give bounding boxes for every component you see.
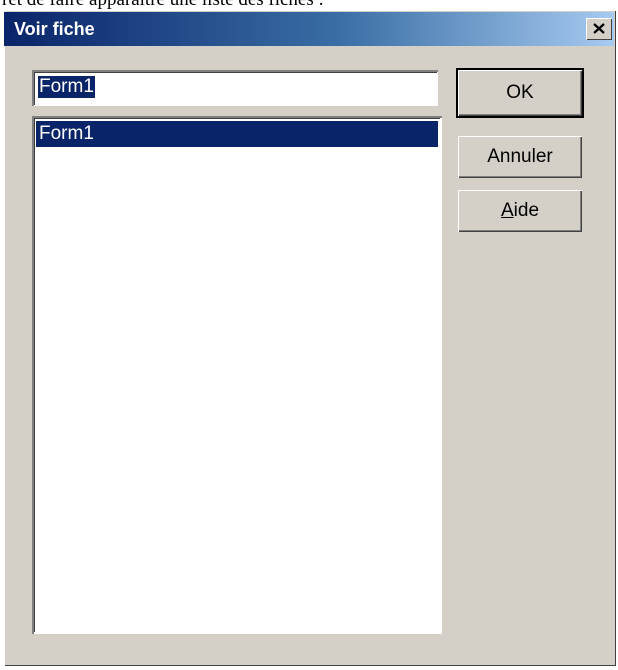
help-button-label: ide (513, 200, 540, 221)
title-bar[interactable]: Voir fiche (4, 12, 614, 46)
help-button-mnemonic: A (500, 200, 514, 221)
forms-listbox[interactable]: Form1 (32, 116, 442, 634)
ok-button[interactable]: OK (456, 68, 584, 118)
cancel-button[interactable]: Annuler (458, 136, 582, 178)
form-name-input-value: Form1 (38, 76, 95, 98)
page-caption: ret de faire apparaître une liste des fi… (0, 0, 618, 9)
form-name-input[interactable]: Form1 (32, 70, 438, 106)
list-item-form1[interactable]: Form1 (36, 121, 438, 147)
close-button[interactable] (586, 18, 612, 40)
window-title: Voir fiche (14, 19, 95, 39)
close-icon (593, 23, 605, 34)
ok-button-label: OK (506, 82, 534, 103)
cancel-button-label: Annuler (487, 146, 553, 167)
help-button[interactable]: Aide (458, 190, 582, 232)
